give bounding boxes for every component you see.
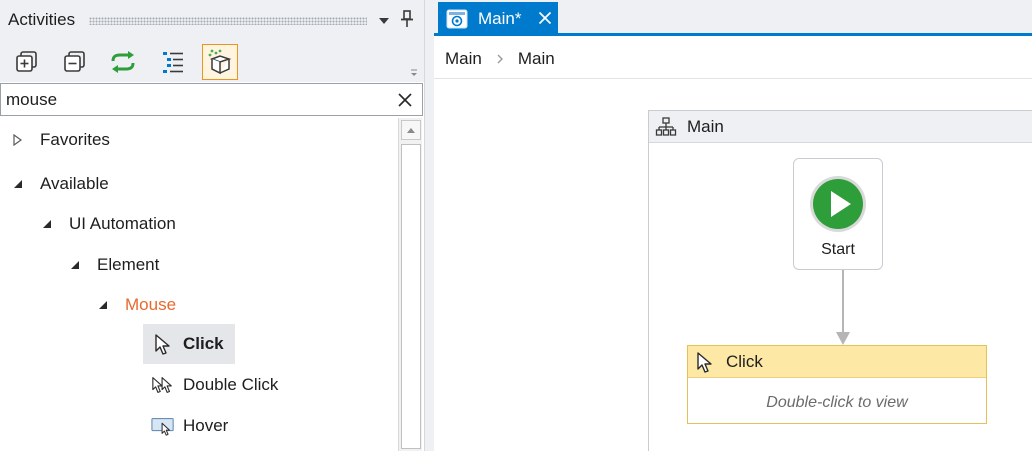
activities-tree: Favorites Available UI Automation Elemen…	[0, 118, 398, 451]
collapse-arrow-icon[interactable]	[12, 178, 24, 190]
scrollbar-thumb[interactable]	[401, 144, 421, 449]
tree-item-label: Mouse	[125, 295, 177, 314]
collapse-arrow-icon[interactable]	[41, 218, 53, 230]
click-activity-header: Click	[688, 346, 986, 378]
click-activity-title: Click	[726, 351, 763, 371]
refresh-icon	[111, 51, 135, 73]
flow-connector-arrow[interactable]	[833, 270, 853, 348]
activity-item-click[interactable]: Click	[143, 324, 235, 364]
hover-icon	[151, 414, 175, 438]
expand-all-button[interactable]	[10, 45, 44, 79]
play-icon	[810, 176, 866, 232]
tree-item-element[interactable]: Element	[69, 252, 159, 278]
collapse-arrow-icon[interactable]	[69, 259, 81, 271]
tree-item-label: Element	[97, 255, 160, 274]
collapse-arrow-icon[interactable]	[97, 299, 109, 311]
expand-arrow-icon[interactable]	[12, 134, 24, 146]
list-view-icon	[163, 52, 183, 73]
tree-scrollbar[interactable]	[398, 118, 422, 451]
double-click-hint: Double-click to view	[766, 394, 908, 411]
activity-item-hover[interactable]: Hover	[143, 406, 238, 446]
flowchart-header: Main	[649, 111, 1032, 143]
close-icon[interactable]	[397, 92, 413, 108]
refresh-button[interactable]	[106, 45, 140, 79]
tree-item-favorites[interactable]: Favorites	[12, 127, 110, 153]
chevron-up-icon	[407, 128, 415, 133]
designer-canvas: Main Start Click Double-click to view	[434, 80, 1032, 451]
double-cursor-icon	[151, 373, 175, 397]
breadcrumb-item[interactable]: Main	[518, 49, 555, 69]
tab-main[interactable]: Main*	[438, 2, 558, 36]
tree-item-label: UI Automation	[69, 214, 176, 233]
panel-header: Activities	[0, 0, 424, 40]
flowchart-container[interactable]: Main Start Click Double-click to view	[648, 110, 1032, 451]
tree-item-label: Available	[40, 174, 109, 193]
list-view-button[interactable]	[156, 45, 190, 79]
tree-item-available[interactable]: Available	[12, 171, 109, 197]
panel-title: Activities	[8, 10, 76, 29]
breadcrumb: Main Main	[434, 39, 1032, 79]
activities-panel: Activities mouse Favorites Available UI …	[0, 0, 424, 451]
activity-label: Double Click	[183, 375, 279, 394]
cursor-icon	[151, 332, 175, 356]
package-icon	[208, 49, 232, 75]
tree-item-mouse[interactable]: Mouse	[97, 292, 176, 318]
flowchart-title: Main	[687, 116, 724, 136]
start-node[interactable]: Start	[793, 158, 883, 270]
overflow-chevron-icon[interactable]	[409, 68, 419, 78]
activity-label: Click	[183, 334, 224, 353]
expand-all-icon	[16, 51, 37, 72]
document-tab-strip: Main*	[434, 0, 1032, 36]
cursor-icon	[697, 351, 712, 373]
collapse-all-button[interactable]	[58, 45, 92, 79]
search-input[interactable]	[6, 88, 386, 112]
show-packages-button[interactable]	[202, 44, 238, 80]
close-icon[interactable]	[538, 11, 552, 25]
activity-item-double-click[interactable]: Double Click	[143, 365, 288, 405]
activities-toolbar	[0, 40, 424, 82]
panel-splitter[interactable]	[424, 0, 434, 451]
pin-icon[interactable]	[399, 10, 415, 28]
panel-drag-grip[interactable]	[89, 17, 367, 25]
flowchart-icon	[655, 116, 677, 136]
collapse-all-icon	[64, 51, 85, 72]
workflow-designer: Main* Main Main Main Start Click Double-…	[434, 0, 1032, 451]
tab-label: Main*	[478, 9, 522, 28]
chevron-down-icon[interactable]	[377, 14, 391, 28]
tree-item-label: Favorites	[40, 130, 110, 149]
scroll-up-button[interactable]	[401, 120, 421, 140]
click-activity-card[interactable]: Click Double-click to view	[687, 345, 987, 424]
search-box	[0, 83, 423, 116]
activity-label: Hover	[183, 416, 229, 435]
tree-item-ui-automation[interactable]: UI Automation	[41, 211, 176, 237]
workflow-icon	[446, 9, 468, 29]
start-label: Start	[821, 241, 855, 258]
chevron-right-icon	[497, 54, 503, 63]
breadcrumb-item[interactable]: Main	[445, 49, 482, 69]
